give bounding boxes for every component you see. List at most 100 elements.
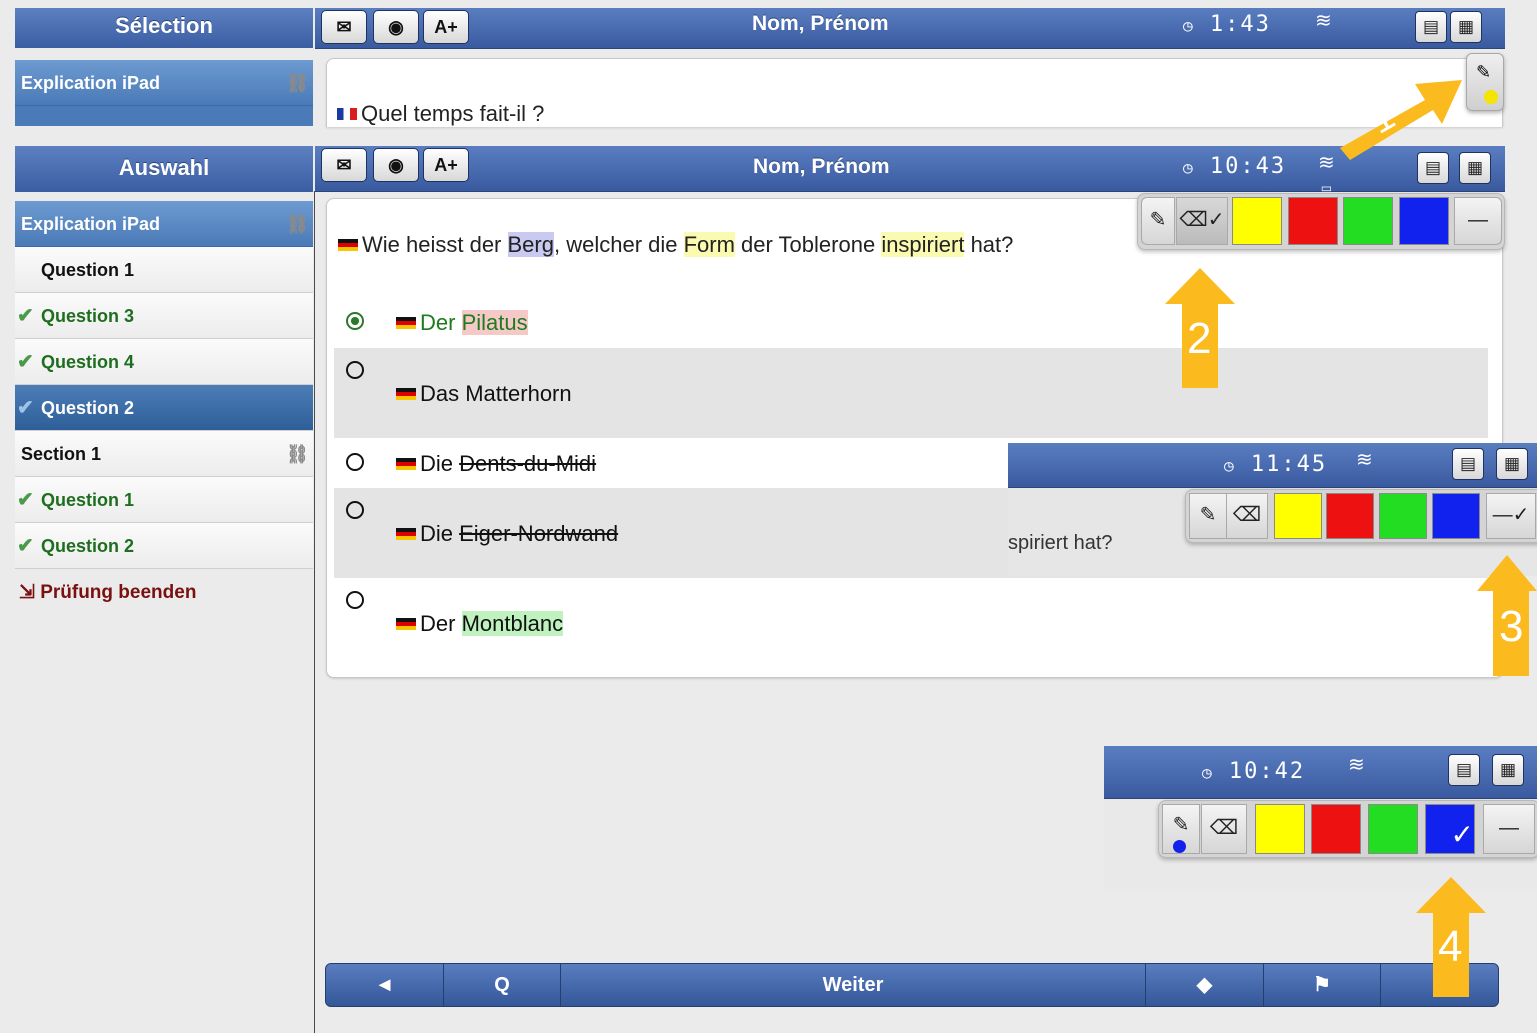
clock-text: 10:43	[1209, 154, 1287, 179]
layout-button[interactable]: ▦	[1496, 448, 1528, 480]
radio-button[interactable]	[346, 501, 364, 519]
yellow-swatch[interactable]	[1232, 197, 1282, 245]
clipboard-button[interactable]: ▤	[1452, 448, 1484, 480]
check-icon: ✔	[17, 489, 34, 511]
flag-icon: ⚑	[1313, 974, 1331, 996]
radio-button[interactable]	[346, 591, 364, 609]
font-size-button[interactable]: A+	[423, 10, 469, 44]
green-swatch[interactable]	[1368, 804, 1418, 854]
top-sidebar-item[interactable]: Explication iPad ⛓	[15, 60, 313, 106]
sidebar-item-label: Question 2	[41, 536, 135, 556]
next-button[interactable]: Weiter	[561, 964, 1146, 1006]
highlight-palette: ✎ ⌫✓ —	[1137, 193, 1505, 250]
sidebar-item-question-4[interactable]: ✔ Question 4	[15, 339, 313, 385]
green-swatch[interactable]	[1343, 197, 1393, 245]
answer-row-5[interactable]: Der Montblanc	[334, 578, 1488, 668]
mail-button[interactable]: ✉	[321, 148, 367, 182]
sidebar-item-explication[interactable]: Explication iPad ⛓	[15, 201, 313, 247]
eraser-tool-button[interactable]: ⌫	[1201, 804, 1247, 854]
answer-text: Die Eiger-Nordwand	[396, 521, 618, 547]
clipboard-button[interactable]: ▤	[1448, 754, 1480, 786]
annotation-arrow-1: 1	[1330, 68, 1480, 168]
german-flag-icon	[396, 317, 416, 329]
flag-button[interactable]: ⚑	[1264, 964, 1381, 1006]
sidebar-item-section-question-1[interactable]: ✔ Question 1	[15, 477, 313, 523]
globe-button[interactable]: ◉	[373, 148, 419, 182]
check-icon: ✔	[17, 351, 34, 373]
sidebar-item-label: Question 2	[41, 398, 135, 418]
pen-tool-button[interactable]: ✎	[1189, 493, 1227, 539]
answer-row-1[interactable]: Der Pilatus	[334, 298, 1488, 348]
clock-icon: ◷	[1202, 763, 1214, 782]
blue-swatch-selected[interactable]: ✓	[1425, 804, 1475, 854]
annotation-arrow-2-head	[1165, 268, 1235, 304]
yellow-swatch[interactable]	[1274, 493, 1322, 539]
sidebar-item-section-question-2[interactable]: ✔ Question 2	[15, 523, 313, 569]
eraser-tool-button[interactable]: ⌫	[1226, 493, 1268, 539]
back-arrow-icon: ◄	[374, 974, 395, 996]
wifi-icon: ≋	[1356, 449, 1373, 471]
red-swatch[interactable]	[1288, 197, 1338, 245]
sidebar-item-label: Question 1	[41, 490, 135, 510]
answer-row-2[interactable]: Das Matterhorn	[334, 348, 1488, 438]
wifi-icon: ≋	[1348, 754, 1365, 776]
arrow-2-number: 2	[1187, 314, 1212, 363]
highlight-green: Montblanc	[461, 611, 564, 636]
strikethrough-text: Eiger-Nordwand	[459, 521, 619, 546]
student-name: Nom, Prénom	[752, 12, 889, 35]
inset-navbar: ◷ 11:45 ≋ ▤ ▦	[1008, 443, 1537, 488]
sidebar-item-question-1[interactable]: Question 1	[15, 247, 313, 293]
sidebar-item-label: Explication iPad	[21, 73, 161, 93]
mail-button[interactable]: ✉	[321, 10, 367, 44]
radio-selected[interactable]	[346, 312, 364, 330]
sidebar-item-section-1[interactable]: Section 1 ⛓	[15, 431, 313, 477]
blue-swatch[interactable]	[1399, 197, 1449, 245]
clock-display: ◷ 1:43	[1183, 12, 1271, 37]
layout-button[interactable]: ▦	[1450, 11, 1482, 43]
blue-swatch[interactable]	[1432, 493, 1480, 539]
french-flag-icon	[337, 108, 357, 120]
red-swatch[interactable]	[1311, 804, 1361, 854]
student-name: Nom, Prénom	[753, 155, 890, 178]
pen-tool-button[interactable]: ✎	[1162, 804, 1200, 854]
back-button[interactable]: ◄	[326, 964, 444, 1006]
sidebar-header: Sélection	[15, 8, 313, 48]
radio-button[interactable]	[346, 453, 364, 471]
green-swatch[interactable]	[1379, 493, 1427, 539]
red-swatch[interactable]	[1326, 493, 1374, 539]
sidebar-item-question-3[interactable]: ✔ Question 3	[15, 293, 313, 339]
radio-button[interactable]	[346, 361, 364, 379]
strikethrough-tool-button[interactable]: —	[1483, 804, 1535, 854]
clock-text: 11:45	[1250, 452, 1328, 477]
clock-icon: ◷	[1183, 16, 1195, 35]
top-sidebar-item-cut	[15, 106, 313, 126]
question-text: Wie heisst der Berg, welcher die Form de…	[338, 232, 1013, 258]
layout-button[interactable]: ▦	[1492, 754, 1524, 786]
strikethrough-tool-button[interactable]: —✓	[1486, 493, 1536, 539]
strikethrough-tool-button[interactable]: —	[1454, 197, 1502, 245]
german-flag-icon	[396, 528, 416, 540]
top-question-text: Quel temps fait-il ?	[337, 101, 544, 127]
tag-button[interactable]: ◆	[1146, 964, 1264, 1006]
answer-text: Das Matterhorn	[396, 381, 572, 407]
clock-icon: ◷	[1224, 456, 1236, 475]
sidebar-title: Sélection	[115, 13, 213, 38]
yellow-swatch[interactable]	[1255, 804, 1305, 854]
check-icon: ✔	[17, 305, 34, 327]
clock-text: 1:43	[1209, 12, 1271, 37]
pen-tool-button[interactable]: ✎	[1141, 197, 1175, 245]
pen-color-dot	[1173, 840, 1186, 853]
globe-button[interactable]: ◉	[373, 10, 419, 44]
link-icon: ⛓	[286, 214, 309, 234]
german-flag-icon	[396, 458, 416, 470]
font-size-button[interactable]: A+	[423, 148, 469, 182]
exit-door-icon: ⇲	[19, 582, 35, 603]
highlight-yellow: inspiriert	[881, 232, 965, 257]
eraser-tool-button[interactable]: ⌫✓	[1176, 197, 1228, 245]
exit-exam-button[interactable]: ⇲ Prüfung beenden	[19, 581, 196, 604]
inset-question-fragment: spiriert hat?	[1008, 532, 1113, 554]
search-button[interactable]: Q	[444, 964, 561, 1006]
german-flag-icon	[396, 618, 416, 630]
sidebar-item-question-2-selected[interactable]: ✔ Question 2	[15, 385, 313, 431]
clipboard-button[interactable]: ▤	[1415, 11, 1447, 43]
